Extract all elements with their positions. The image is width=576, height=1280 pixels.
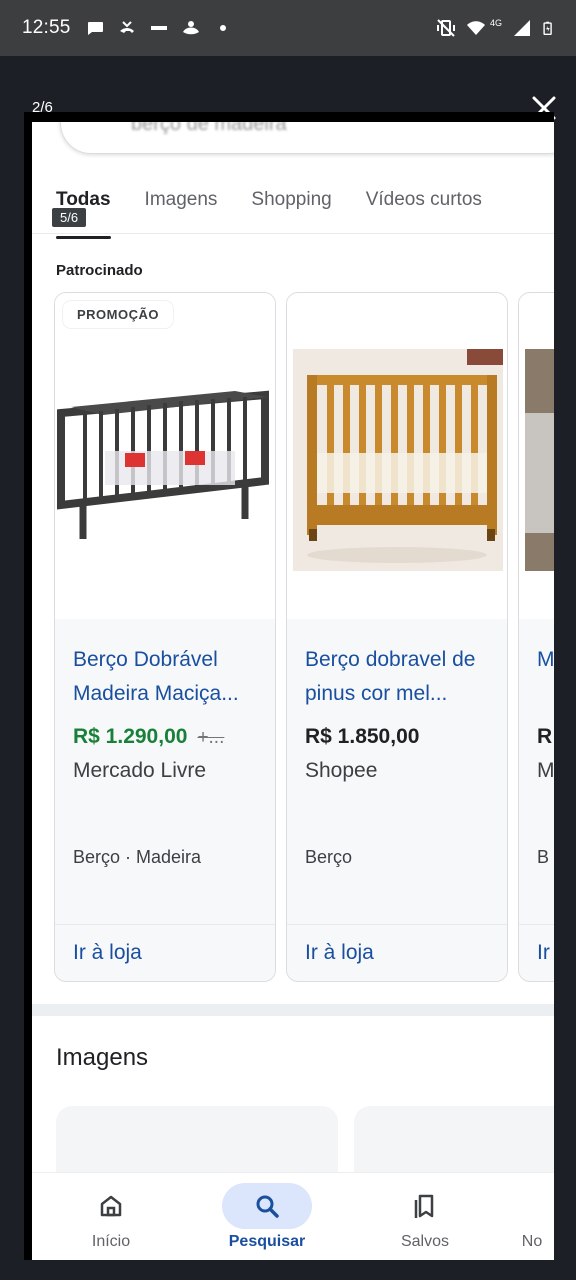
product-details: Berço Dobrável Madeira Maciça... R$ 1.29… [55,619,275,924]
bottom-navigation: Início Pesquisar Salvos No [32,1172,554,1260]
nav-label: Pesquisar [228,1233,306,1250]
card-footer: Ir à loja [55,924,275,981]
tab-videos[interactable]: Vídeos curtos [366,182,482,233]
crib-wood-image [293,349,503,571]
vibrate-icon [436,19,455,37]
product-title[interactable]: M M [537,643,554,677]
images-section-heading: Imagens [56,1044,149,1071]
signal-icon [514,20,530,36]
product-title[interactable]: Berço Dobrável Madeira Maciça... [73,643,263,711]
store-name: Shopee [305,759,378,782]
product-card[interactable]: PROMOÇÃO Berço Dobrável Madeira Maciça..… [54,292,276,982]
status-time: 12:55 [22,17,71,38]
status-system-icons: 4G [436,0,556,56]
product-details: M M R M B [519,619,554,924]
section-divider [32,1004,554,1016]
app-icon [182,21,199,35]
tab-imagens[interactable]: Imagens [145,182,218,233]
product-category: Berço · Madeira [73,847,202,867]
chat-icon [87,22,103,35]
card-footer: Ir à loja [287,924,507,981]
card-footer: Ir [519,924,554,981]
product-carousel: PROMOÇÃO Berço Dobrável Madeira Maciça..… [54,292,554,984]
screenshot-frame: berço de madeira Todas Imagens Shopping … [24,112,554,1260]
search-tabs: Todas Imagens Shopping Vídeos curtos [32,182,554,239]
go-to-store-link[interactable]: Ir à loja [73,941,142,965]
product-image[interactable] [519,293,554,619]
network-type: 4G [489,18,502,28]
current-price: R$ 1.290,00 [73,725,188,748]
bookmark-icon [414,1194,434,1218]
product-card[interactable]: M M R M B Ir [518,292,554,982]
product-price: R$ 1.850,00 [305,725,420,748]
minus-icon [150,26,167,30]
product-price: R$ 1.290,00 +... [73,725,224,749]
home-icon [100,1195,122,1217]
product-category: B [537,847,550,867]
sponsored-label: Patrocinado [56,262,143,279]
nav-item-salvos[interactable]: Salvos [370,1183,480,1251]
product-image[interactable]: PROMOÇÃO [55,293,275,619]
search-query: berço de madeira [131,122,287,135]
nav-item-pesquisar[interactable]: Pesquisar [212,1183,322,1251]
product-card[interactable]: Berço dobravel de pinus cor mel... R$ 1.… [286,292,508,982]
store-name: Mercado Livre [73,759,207,782]
search-results-page: berço de madeira Todas Imagens Shopping … [32,122,554,1260]
old-price: +... [197,727,225,748]
promo-badge: PROMOÇÃO [63,301,173,328]
status-notification-icons [85,18,233,38]
product-title[interactable]: Berço dobravel de pinus cor mel... [305,643,495,711]
crib-dark-image [55,293,275,619]
go-to-store-link[interactable]: Ir à loja [305,941,374,965]
missed-call-icon [119,21,134,33]
store-name: M [537,759,554,782]
status-bar: 12:55 4G [0,0,576,56]
search-box[interactable]: berço de madeira [60,122,554,154]
wifi-icon [466,21,485,35]
nav-label: No [521,1233,543,1250]
product-image[interactable] [287,293,507,619]
product-category: Berço [305,847,353,867]
dot-icon [219,25,226,31]
product-details: Berço dobravel de pinus cor mel... R$ 1.… [287,619,507,924]
tab-shopping[interactable]: Shopping [251,182,331,233]
nav-label: Início [91,1233,131,1250]
tab-badge: 5/6 [52,208,87,227]
go-to-store-link[interactable]: Ir [537,941,550,965]
battery-icon [543,21,552,35]
nav-label: Salvos [400,1233,450,1250]
product-price: R [537,725,553,748]
nav-item-notificacoes[interactable]: No [502,1183,554,1251]
nav-item-inicio[interactable]: Início [56,1183,166,1251]
search-icon [256,1195,279,1218]
crib-room-image [525,349,554,571]
